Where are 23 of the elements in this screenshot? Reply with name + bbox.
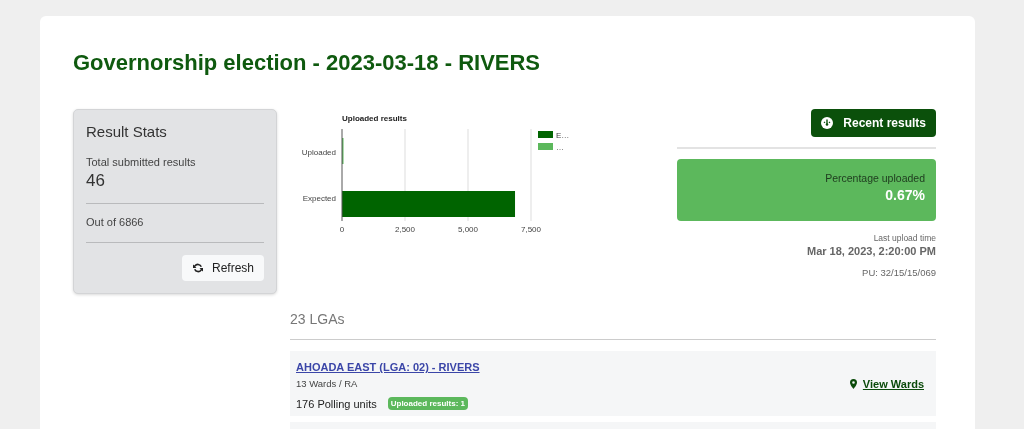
axis-category-label: Uploaded (301, 148, 336, 157)
page-title: Governorship election - 2023-03-18 - RIVERS (73, 50, 542, 76)
axis-tick-label: 0 (339, 225, 345, 234)
chart-title: Uploaded results (342, 114, 407, 123)
polling-unit-code: PU: 32/15/15/069 (861, 267, 936, 278)
percentage-label: Percentage uploaded (824, 172, 925, 184)
percentage-value: 0.67% (884, 187, 925, 203)
last-upload-time: Mar 18, 2023, 2:20:00 PM (805, 245, 936, 257)
axis-tick-label: 2,500 (395, 225, 415, 234)
status-badge: Uploaded results: 1 (387, 397, 468, 410)
lga-subtitle: 13 Wards / RA (296, 378, 359, 389)
axis-tick-label: 7,500 (521, 225, 541, 234)
axis-category-label: Expected (302, 194, 336, 203)
axis-tick-label: 5,000 (458, 225, 478, 234)
stat-value: 46 (86, 171, 106, 191)
section-heading: 23 LGAs (290, 311, 346, 327)
legend-label: E… (556, 131, 570, 140)
stat-label: Total submitted results (86, 156, 197, 168)
polling-units-count: 176 Polling units (296, 397, 377, 410)
last-upload-label: Last upload time (872, 233, 936, 243)
legend-label: … (556, 143, 564, 152)
card-title: Result Stats (86, 123, 168, 140)
stat-total: Out of 6866 (86, 215, 145, 230)
